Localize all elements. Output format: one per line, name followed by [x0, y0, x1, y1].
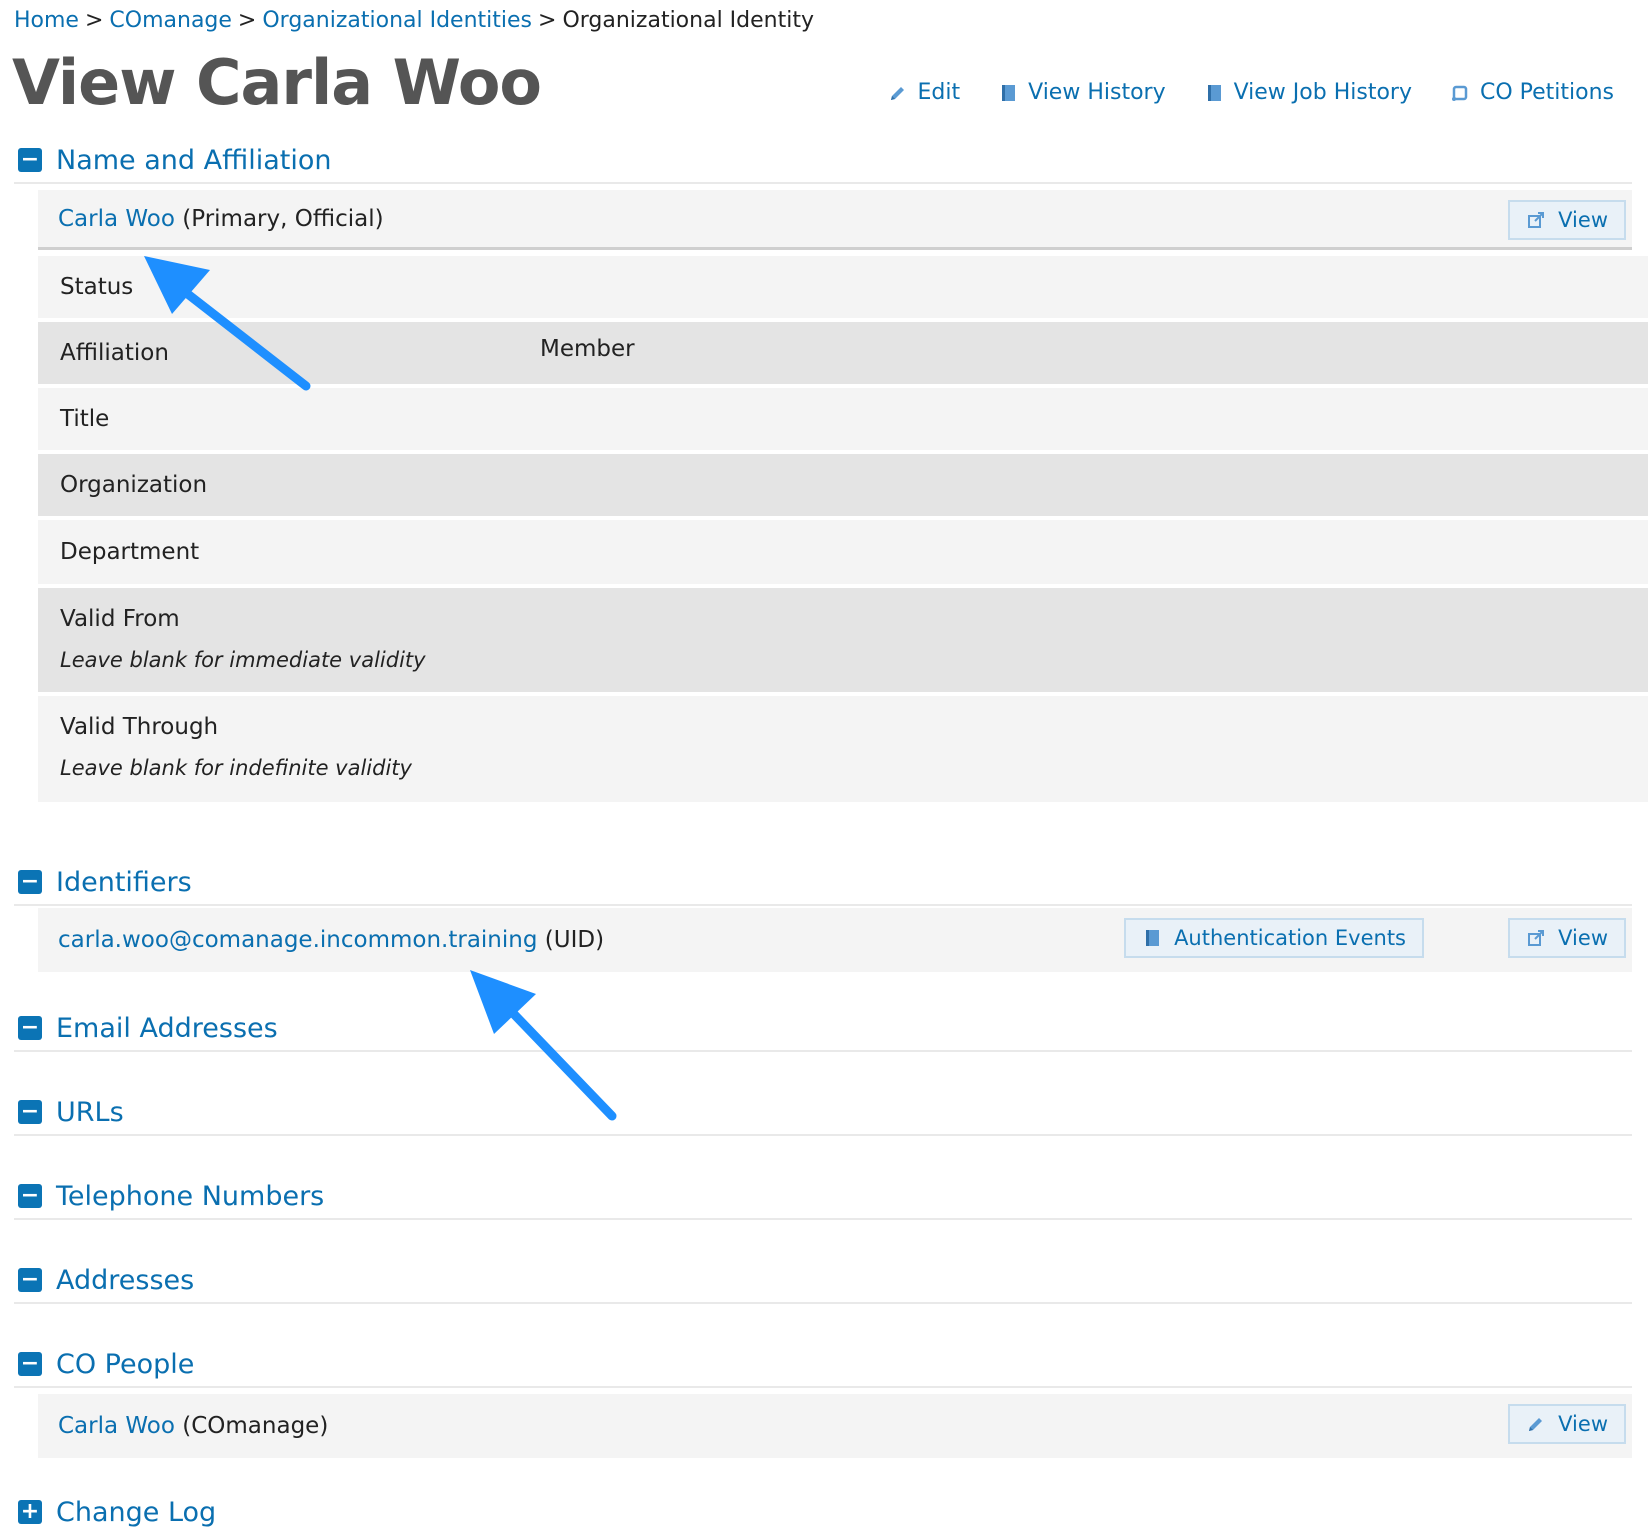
field-label-department: Department	[60, 539, 200, 565]
field-label-valid-through: Valid Through	[60, 714, 219, 740]
view-job-history-label: View Job History	[1233, 80, 1412, 105]
field-hint-valid-through: Leave blank for indefinite validity	[60, 756, 412, 780]
pencil-icon	[888, 83, 908, 103]
collapse-toggle[interactable]: −	[18, 1100, 42, 1124]
identifier-view-button[interactable]: View	[1508, 918, 1626, 958]
identifier-record: carla.woo@comanage.incommon.training (UI…	[58, 908, 604, 972]
view-history-button[interactable]: View History	[998, 80, 1166, 105]
top-actions: Edit View History View Job History CO Pe…	[888, 80, 1614, 105]
field-row-valid-through: Valid Through Leave blank for indefinite…	[38, 696, 1648, 802]
co-person-link[interactable]: Carla Woo	[58, 1413, 175, 1439]
page-title: View Carla Woo	[12, 46, 542, 119]
field-value-affiliation: Member	[540, 336, 635, 362]
field-label-valid-from: Valid From	[60, 606, 180, 632]
breadcrumb-home[interactable]: Home	[14, 8, 79, 33]
breadcrumb-current: Organizational Identity	[562, 8, 814, 33]
field-label-organization: Organization	[60, 472, 208, 498]
breadcrumb-org-identities[interactable]: Organizational Identities	[262, 8, 532, 33]
field-label-status: Status	[60, 274, 134, 300]
field-row-organization: Organization	[38, 454, 1648, 516]
view-job-history-button[interactable]: View Job History	[1204, 80, 1412, 105]
notebook-icon	[1204, 83, 1224, 103]
collapse-toggle[interactable]: −	[18, 1016, 42, 1040]
breadcrumb-separator: >	[237, 8, 257, 33]
section-title-change-log[interactable]: Change Log	[56, 1497, 216, 1528]
co-person-record-row: Carla Woo (COmanage) View	[38, 1394, 1632, 1458]
collapse-toggle[interactable]: −	[18, 870, 42, 894]
view-history-label: View History	[1028, 80, 1166, 105]
section-title-addresses[interactable]: Addresses	[56, 1265, 194, 1296]
collapse-toggle[interactable]: −	[18, 1184, 42, 1208]
notebook-icon	[998, 83, 1018, 103]
section-title-telephone[interactable]: Telephone Numbers	[56, 1181, 324, 1212]
field-label-affiliation: Affiliation	[60, 340, 169, 366]
identifier-view-label: View	[1558, 926, 1608, 950]
scroll-icon	[1450, 83, 1470, 103]
collapse-toggle[interactable]: −	[18, 148, 42, 172]
breadcrumb-separator: >	[84, 8, 104, 33]
external-link-icon	[1526, 928, 1546, 948]
collapse-toggle[interactable]: −	[18, 1352, 42, 1376]
expand-toggle[interactable]: +	[18, 1500, 42, 1524]
field-row-valid-from: Valid From Leave blank for immediate val…	[38, 588, 1648, 692]
authentication-events-button[interactable]: Authentication Events	[1124, 918, 1424, 958]
section-urls: − URLs	[14, 1090, 1632, 1136]
section-title-identifiers[interactable]: Identifiers	[56, 867, 192, 898]
name-link[interactable]: Carla Woo	[58, 206, 175, 232]
field-row-title: Title	[38, 388, 1648, 450]
notebook-icon	[1142, 928, 1162, 948]
field-label-title: Title	[60, 406, 110, 432]
field-row-status: Status	[38, 256, 1648, 318]
co-person-view-button[interactable]: View	[1508, 1404, 1626, 1444]
field-row-department: Department	[38, 520, 1648, 584]
section-telephone-numbers: − Telephone Numbers	[14, 1174, 1632, 1220]
edit-label: Edit	[917, 80, 961, 105]
external-link-icon	[1526, 210, 1546, 230]
name-view-label: View	[1558, 208, 1608, 232]
name-view-button[interactable]: View	[1508, 200, 1626, 240]
section-identifiers: − Identifiers	[14, 860, 1632, 906]
section-title-co-people[interactable]: CO People	[56, 1349, 194, 1380]
section-addresses: − Addresses	[14, 1258, 1632, 1304]
name-record: Carla Woo (Primary, Official)	[58, 190, 384, 247]
identifier-link[interactable]: carla.woo@comanage.incommon.training	[58, 927, 537, 953]
breadcrumb: Home > COmanage > Organizational Identities >…	[14, 8, 814, 33]
field-row-affiliation: Affiliation Member	[38, 322, 1648, 384]
breadcrumb-comanage[interactable]: COmanage	[109, 8, 232, 33]
co-person-co: (COmanage)	[174, 1413, 329, 1439]
collapse-toggle[interactable]: −	[18, 1268, 42, 1292]
identifier-type: (UID)	[537, 927, 605, 953]
name-record-row: Carla Woo (Primary, Official) View	[38, 190, 1632, 250]
co-person-view-label: View	[1558, 1412, 1608, 1436]
section-name-affiliation: − Name and Affiliation	[14, 138, 1632, 184]
section-title-urls[interactable]: URLs	[56, 1097, 124, 1128]
identifier-record-row: carla.woo@comanage.incommon.training (UI…	[38, 908, 1632, 972]
authentication-events-label: Authentication Events	[1174, 926, 1406, 950]
edit-button[interactable]: Edit	[888, 80, 961, 105]
co-person-record: Carla Woo (COmanage)	[58, 1394, 328, 1458]
section-title-name-affiliation[interactable]: Name and Affiliation	[56, 145, 331, 176]
co-petitions-label: CO Petitions	[1479, 80, 1614, 105]
field-hint-valid-from: Leave blank for immediate validity	[60, 648, 426, 672]
section-co-people: − CO People	[14, 1342, 1632, 1388]
breadcrumb-separator: >	[538, 8, 557, 33]
section-email-addresses: − Email Addresses	[14, 1006, 1632, 1052]
pencil-icon	[1526, 1414, 1546, 1434]
name-type: (Primary, Official)	[174, 205, 384, 232]
co-petitions-button[interactable]: CO Petitions	[1450, 80, 1614, 105]
section-change-log: + Change Log	[14, 1490, 1632, 1534]
section-title-email[interactable]: Email Addresses	[56, 1013, 278, 1044]
